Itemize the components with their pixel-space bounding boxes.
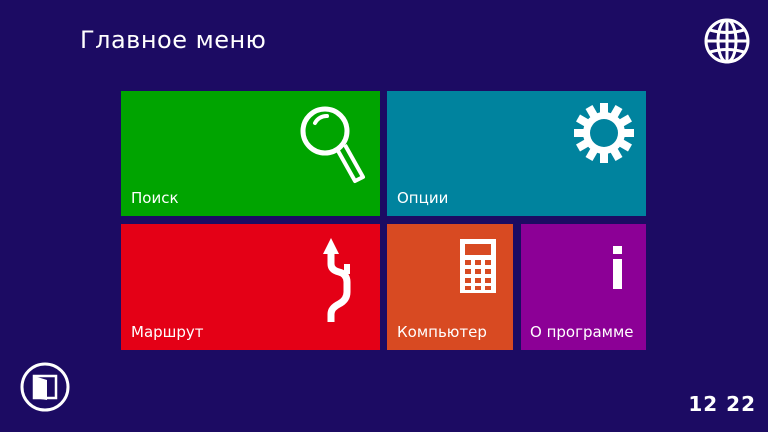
tile-computer[interactable]: Компьютер	[387, 224, 513, 350]
door-exit-icon	[20, 362, 70, 412]
magnifier-icon	[300, 106, 365, 183]
route-arrow-icon	[323, 238, 351, 322]
clock: 12 22	[688, 392, 756, 416]
tile-route[interactable]: Маршрут	[121, 224, 380, 350]
tile-computer-label: Компьютер	[397, 323, 487, 341]
tile-about-label: О программе	[530, 323, 634, 341]
exit-button[interactable]	[19, 361, 71, 413]
language-button[interactable]	[702, 16, 752, 66]
tile-options-label: Опции	[397, 189, 449, 207]
info-icon	[613, 246, 622, 289]
tile-search-label: Поиск	[131, 189, 179, 207]
main-menu-screen: Главное меню Поиск Опции Маршрут Компьют…	[0, 0, 768, 432]
tile-about[interactable]: О программе	[521, 224, 646, 350]
gear-icon	[574, 103, 634, 163]
globe-icon	[704, 18, 750, 64]
tile-options[interactable]: Опции	[387, 91, 646, 216]
page-title: Главное меню	[80, 26, 267, 54]
calculator-icon	[460, 239, 496, 293]
tile-route-label: Маршрут	[131, 323, 204, 341]
tile-search[interactable]: Поиск	[121, 91, 380, 216]
